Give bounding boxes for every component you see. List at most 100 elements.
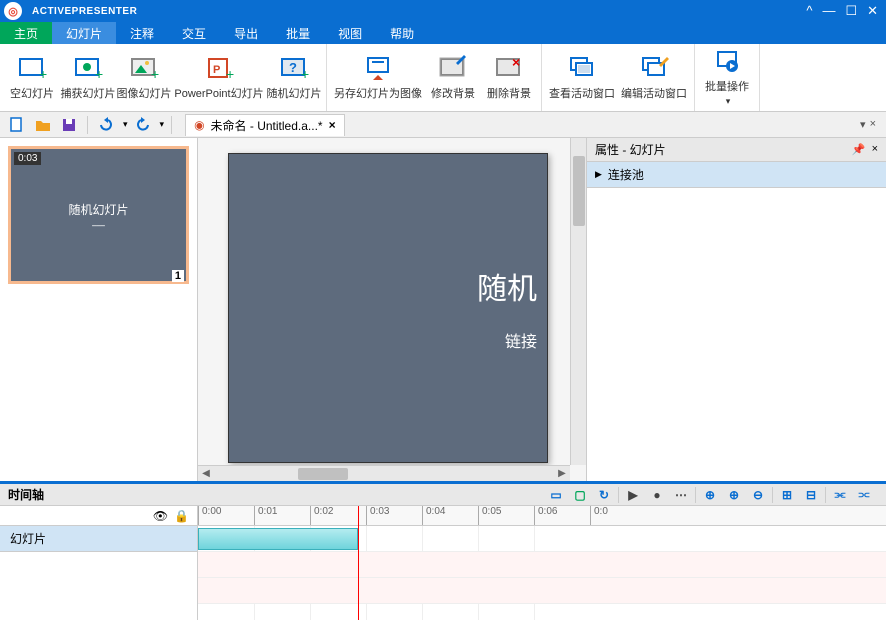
random-slide-icon: ?+ [279, 55, 309, 83]
tl-zoomfit-button[interactable]: ⊕ [700, 486, 720, 504]
tl-align2-button[interactable]: ⊟ [801, 486, 821, 504]
timeline-ruler[interactable]: 0:00 0:01 0:02 0:03 0:04 0:05 0:06 0:0 [198, 506, 886, 526]
edit-active-icon [639, 55, 669, 83]
save-button[interactable] [58, 115, 80, 135]
random-slide-button[interactable]: ?+ 随机幻灯片 [266, 46, 322, 109]
tl-record-button[interactable]: ● [647, 486, 667, 504]
blank-slide-icon: + [17, 55, 47, 83]
playhead[interactable] [358, 506, 359, 620]
canvas-slide[interactable]: 随机 链接 [228, 153, 548, 463]
properties-header: 属性 - 幻灯片 📌 × [587, 138, 886, 162]
close-tab-button[interactable]: × [329, 118, 336, 132]
menu-tabs: 主页 幻灯片 注释 交互 导出 批量 视图 帮助 [0, 22, 886, 44]
tl-play-button[interactable]: ▶ [623, 486, 643, 504]
svg-text:+: + [301, 66, 309, 82]
tl-zoomout-button[interactable]: ⊖ [748, 486, 768, 504]
undo-dropdown-icon[interactable]: ▾ [123, 119, 128, 130]
properties-panel: 属性 - 幻灯片 📌 × 连接池 [586, 138, 886, 481]
track-slide[interactable]: 幻灯片 [0, 526, 197, 552]
modify-bg-icon [438, 55, 468, 83]
batch-ops-button[interactable]: 批量操作 ▾ [699, 46, 755, 109]
remove-bg-icon: × [494, 55, 524, 83]
edit-active-button[interactable]: 编辑活动窗口 [618, 46, 690, 109]
remove-bg-button[interactable]: × 删除背景 [481, 46, 537, 109]
workspace: 0:03 随机幻灯片 ━━━ 1 随机 链接 ◀ ▶ 属性 - 幻灯片 📌 × [0, 138, 886, 481]
undo-button[interactable] [95, 115, 117, 135]
new-button[interactable] [6, 115, 28, 135]
maximize-button[interactable]: ☐ [845, 3, 857, 19]
chevron-down-icon: ▾ [726, 96, 731, 107]
lock-icon[interactable]: 🔒 [174, 509, 189, 523]
toolbar-menu-icon[interactable]: ▾ [860, 118, 866, 131]
tab-view[interactable]: 视图 [324, 22, 376, 44]
timeline-clip[interactable] [198, 528, 358, 550]
image-slide-icon: + [129, 55, 159, 83]
horizontal-scrollbar[interactable]: ◀ ▶ [198, 465, 570, 481]
help-dropdown-icon[interactable]: ^ [806, 3, 812, 19]
tl-more-button[interactable]: ⋯ [671, 486, 691, 504]
ribbon: + 空幻灯片 + 捕获幻灯片 + 图像幻灯片 P+ PowerPoint幻灯片 … [0, 44, 886, 112]
timeline-tracks-header: 👁 🔒 幻灯片 [0, 506, 198, 620]
scroll-right-icon[interactable]: ▶ [554, 468, 570, 479]
save-as-image-button[interactable]: 另存幻灯片为图像 [331, 46, 425, 109]
tl-loop-button[interactable]: ↻ [594, 486, 614, 504]
scroll-left-icon[interactable]: ◀ [198, 468, 214, 479]
title-bar: ◎ ACTIVEPRESENTER ^ — ☐ ✕ [0, 0, 886, 22]
tab-interact[interactable]: 交互 [168, 22, 220, 44]
tl-link-button[interactable]: ⫘ [830, 486, 850, 504]
document-title: 未命名 - Untitled.a...* [211, 117, 323, 134]
canvas-title: 随机 [477, 264, 537, 308]
canvas-subtitle: 链接 [505, 328, 537, 352]
svg-text:×: × [512, 55, 520, 70]
tab-batch[interactable]: 批量 [272, 22, 324, 44]
view-active-button[interactable]: 查看活动窗口 [546, 46, 618, 109]
tab-export[interactable]: 导出 [220, 22, 272, 44]
modify-bg-button[interactable]: 修改背景 [425, 46, 481, 109]
minimize-button[interactable]: — [822, 3, 835, 19]
capture-slide-button[interactable]: + 捕获幻灯片 [60, 46, 116, 109]
tab-slides[interactable]: 幻灯片 [52, 22, 116, 44]
redo-button[interactable] [132, 115, 154, 135]
tab-annotate[interactable]: 注释 [116, 22, 168, 44]
tl-zoomin-button[interactable]: ⊕ [724, 486, 744, 504]
svg-text:P: P [213, 64, 220, 76]
track-row-slide[interactable] [198, 526, 886, 552]
svg-text:+: + [151, 66, 159, 82]
document-tab[interactable]: ◉ 未命名 - Untitled.a...* × [185, 114, 345, 136]
canvas-area: 随机 链接 ◀ ▶ [198, 138, 586, 481]
svg-text:+: + [39, 66, 47, 82]
visibility-icon[interactable]: 👁 [153, 509, 168, 523]
close-button[interactable]: ✕ [867, 3, 878, 19]
open-button[interactable] [32, 115, 54, 135]
toolbar-close-icon[interactable]: × [870, 118, 876, 131]
tl-layout2-button[interactable]: ▢ [570, 486, 590, 504]
tl-align1-button[interactable]: ⊞ [777, 486, 797, 504]
batch-ops-icon [712, 48, 742, 76]
view-active-icon [567, 55, 597, 83]
thumb-number-badge: 1 [172, 270, 184, 282]
pin-icon[interactable]: 📌 [852, 143, 866, 156]
thumb-label: 随机幻灯片 [68, 201, 128, 218]
blank-slide-button[interactable]: + 空幻灯片 [4, 46, 60, 109]
app-name: ACTIVEPRESENTER [26, 0, 143, 22]
props-connection-pool[interactable]: 连接池 [587, 162, 886, 188]
tab-help[interactable]: 帮助 [376, 22, 428, 44]
thumb-time-badge: 0:03 [14, 152, 41, 165]
save-image-icon [363, 55, 393, 83]
tl-layout1-button[interactable]: ▭ [546, 486, 566, 504]
properties-title: 属性 - 幻灯片 [595, 141, 666, 158]
image-slide-button[interactable]: + 图像幻灯片 [116, 46, 172, 109]
timeline-title: 时间轴 [8, 486, 44, 503]
slide-thumbnail[interactable]: 0:03 随机幻灯片 ━━━ 1 [8, 146, 189, 284]
tl-unlink-button[interactable]: ⫗ [854, 486, 874, 504]
close-panel-icon[interactable]: × [872, 143, 878, 156]
ppt-slide-button[interactable]: P+ PowerPoint幻灯片 [172, 46, 266, 109]
vertical-scrollbar[interactable] [570, 138, 586, 465]
timeline-header: 时间轴 ▭ ▢ ↻ ▶ ● ⋯ ⊕ ⊕ ⊖ ⊞ ⊟ ⫘ ⫗ [0, 484, 886, 506]
redo-dropdown-icon[interactable]: ▾ [160, 119, 165, 130]
quick-access-toolbar: ▾ ▾ ◉ 未命名 - Untitled.a...* × ▾ × [0, 112, 886, 138]
capture-slide-icon: + [73, 55, 103, 83]
svg-text:?: ? [289, 60, 297, 75]
timeline-tracks-area[interactable]: 0:00 0:01 0:02 0:03 0:04 0:05 0:06 0:0 [198, 506, 886, 620]
tab-home[interactable]: 主页 [0, 22, 52, 44]
